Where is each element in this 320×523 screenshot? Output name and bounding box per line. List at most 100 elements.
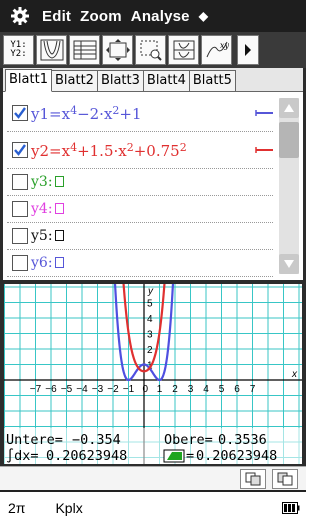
tab-blatt3[interactable]: Blatt3 [96, 70, 144, 91]
line-style-y1-icon[interactable] [255, 109, 273, 117]
function-row-y3[interactable]: y3: [7, 169, 273, 196]
function-y2-expression[interactable]: y2=x4+1.5·x2+0.752 [31, 141, 187, 160]
area-icon [163, 449, 185, 463]
y-tick-label: 5 [147, 299, 153, 310]
function-row-y5[interactable]: y5: [7, 223, 273, 250]
paste-icon[interactable] [272, 469, 298, 489]
checkbox-y3[interactable] [12, 174, 28, 190]
empty-expression-box [54, 203, 64, 214]
function-y5-name: y5: [31, 228, 53, 244]
function-y1-expression[interactable]: y1=x4−2·x2+1 [31, 104, 142, 123]
tab-blatt1[interactable]: Blatt1 [5, 69, 52, 92]
toolbar: Y1: Y2: xy [0, 32, 306, 68]
x-tick-label: −1 [123, 384, 135, 395]
resize-window-icon[interactable] [168, 35, 199, 65]
x-tick-label: −4 [76, 384, 88, 395]
function-y1-name: y1= [31, 104, 62, 123]
x-tick-label: 4 [203, 384, 209, 395]
zoom-box-icon[interactable] [135, 35, 166, 65]
y2-label: Y2: [10, 49, 27, 59]
graph-window-frame: −7 −6 −5 −4 −3 −2 −1 1 2 3 4 5 6 7 0 1 2 3 4 5 x y Untere= −0… [0, 276, 306, 466]
trace-icon[interactable]: xy [201, 35, 232, 65]
function-y6-slot[interactable]: y6: [31, 255, 64, 271]
function-y5-slot[interactable]: y5: [31, 228, 64, 244]
function-y6-name: y6: [31, 255, 53, 271]
scroll-down-arrow-icon[interactable] [279, 254, 299, 274]
x-tick-label: −3 [92, 384, 104, 395]
x-tick-label: 5 [219, 384, 225, 395]
y-tick-label: 2 [147, 345, 153, 356]
function-row-y6[interactable]: y6: [7, 250, 273, 277]
graph-editor-window: Blatt1 Blatt2 Blatt3 Blatt4 Blatt5 y1=x4… [0, 68, 306, 280]
empty-expression-box [54, 230, 64, 241]
view-window-icon[interactable] [102, 35, 133, 65]
x-tick-label: −6 [45, 384, 57, 395]
copy-icon[interactable] [240, 469, 266, 489]
function-list: y1=x4−2·x2+1 y2=x4+1.5·x2+0.752 y3: y4: … [7, 95, 273, 277]
empty-expression-box [54, 257, 64, 268]
y2-exp: 2 [126, 140, 134, 154]
x-axis-label: x [291, 369, 298, 380]
y-tick-label: 3 [147, 330, 153, 341]
y2-exp: 4 [70, 140, 78, 154]
graph-canvas[interactable]: −7 −6 −5 −4 −3 −2 −1 1 2 3 4 5 6 7012345xy Untere= −0… [4, 276, 302, 464]
line-style-y2-icon[interactable] [255, 146, 273, 154]
graph-editor-view-button[interactable]: Y1: Y2: [3, 35, 34, 65]
scroll-up-arrow-icon[interactable] [279, 98, 299, 118]
gear-icon[interactable] [10, 6, 30, 26]
function-list-scrollbar[interactable] [279, 98, 299, 274]
function-row-y2[interactable]: y2=x4+1.5·x2+0.752 [7, 132, 273, 169]
menu-zoom[interactable]: Zoom [80, 8, 122, 25]
y2-term: x [61, 141, 71, 160]
graph-mini-toolbar [0, 466, 306, 490]
upper-label: Obere= [164, 432, 213, 448]
tab-blatt5[interactable]: Blatt5 [188, 70, 236, 91]
scroll-thumb[interactable] [279, 122, 299, 158]
menu-bar: Edit Zoom Analyse ◆ [0, 0, 306, 32]
x-tick-label: −7 [30, 384, 42, 395]
origin-label: 0 [142, 384, 148, 395]
menu-more-diamond[interactable]: ◆ [199, 9, 208, 23]
y2-term: +0.75 [133, 141, 180, 160]
checkbox-y4[interactable] [12, 201, 28, 217]
graph-window[interactable]: −7 −6 −5 −4 −3 −2 −1 1 2 3 4 5 6 7 0 1 2 3 4 5 x y Untere= −0… [4, 276, 302, 464]
menu-analyse[interactable]: Analyse [131, 8, 190, 25]
integral-value: 0.20623948 [46, 448, 127, 464]
tab-blatt2[interactable]: Blatt2 [50, 70, 98, 91]
x-tick-label: 3 [188, 384, 194, 395]
area-label: = [186, 448, 194, 464]
checkbox-y6[interactable] [12, 255, 28, 271]
function-y4-slot[interactable]: y4: [31, 201, 64, 217]
tab-blatt4[interactable]: Blatt4 [142, 70, 190, 91]
complex-mode: Kplx [55, 499, 83, 516]
x-tick-label: 1 [157, 384, 163, 395]
checkbox-y5[interactable] [12, 228, 28, 244]
y-axis-label: y [147, 286, 154, 297]
graph-view-icon[interactable] [36, 35, 67, 65]
menu-edit[interactable]: Edit [42, 8, 71, 25]
x-tick-label: −5 [61, 384, 73, 395]
y2-exp: 2 [179, 140, 187, 154]
x-tick-label: 2 [172, 384, 178, 395]
area-value: 0.20623948 [196, 448, 277, 464]
function-row-y1[interactable]: y1=x4−2·x2+1 [7, 95, 273, 132]
x-tick-label: 7 [250, 384, 256, 395]
function-row-y4[interactable]: y4: [7, 196, 273, 223]
status-bar: 2π Kplx [0, 490, 306, 523]
y1-exp: 4 [70, 103, 78, 117]
function-y3-slot[interactable]: y3: [31, 174, 64, 190]
integral-label: ∫dx= [6, 448, 39, 464]
y1-term: −2·x [77, 104, 113, 123]
angle-mode: 2π [8, 499, 26, 516]
y2-term: +1.5·x [77, 141, 127, 160]
x-tick-label: 6 [234, 384, 240, 395]
x-tick-label: −2 [107, 384, 119, 395]
checkbox-y2[interactable] [12, 142, 28, 158]
lower-value: −0.354 [72, 432, 121, 448]
svg-text:xy: xy [220, 41, 229, 50]
lower-label: Untere= [6, 432, 63, 448]
y1-term: x [61, 104, 71, 123]
table-view-icon[interactable] [69, 35, 100, 65]
checkbox-y1[interactable] [12, 105, 28, 121]
toolbar-next-arrow-icon[interactable] [237, 35, 259, 65]
